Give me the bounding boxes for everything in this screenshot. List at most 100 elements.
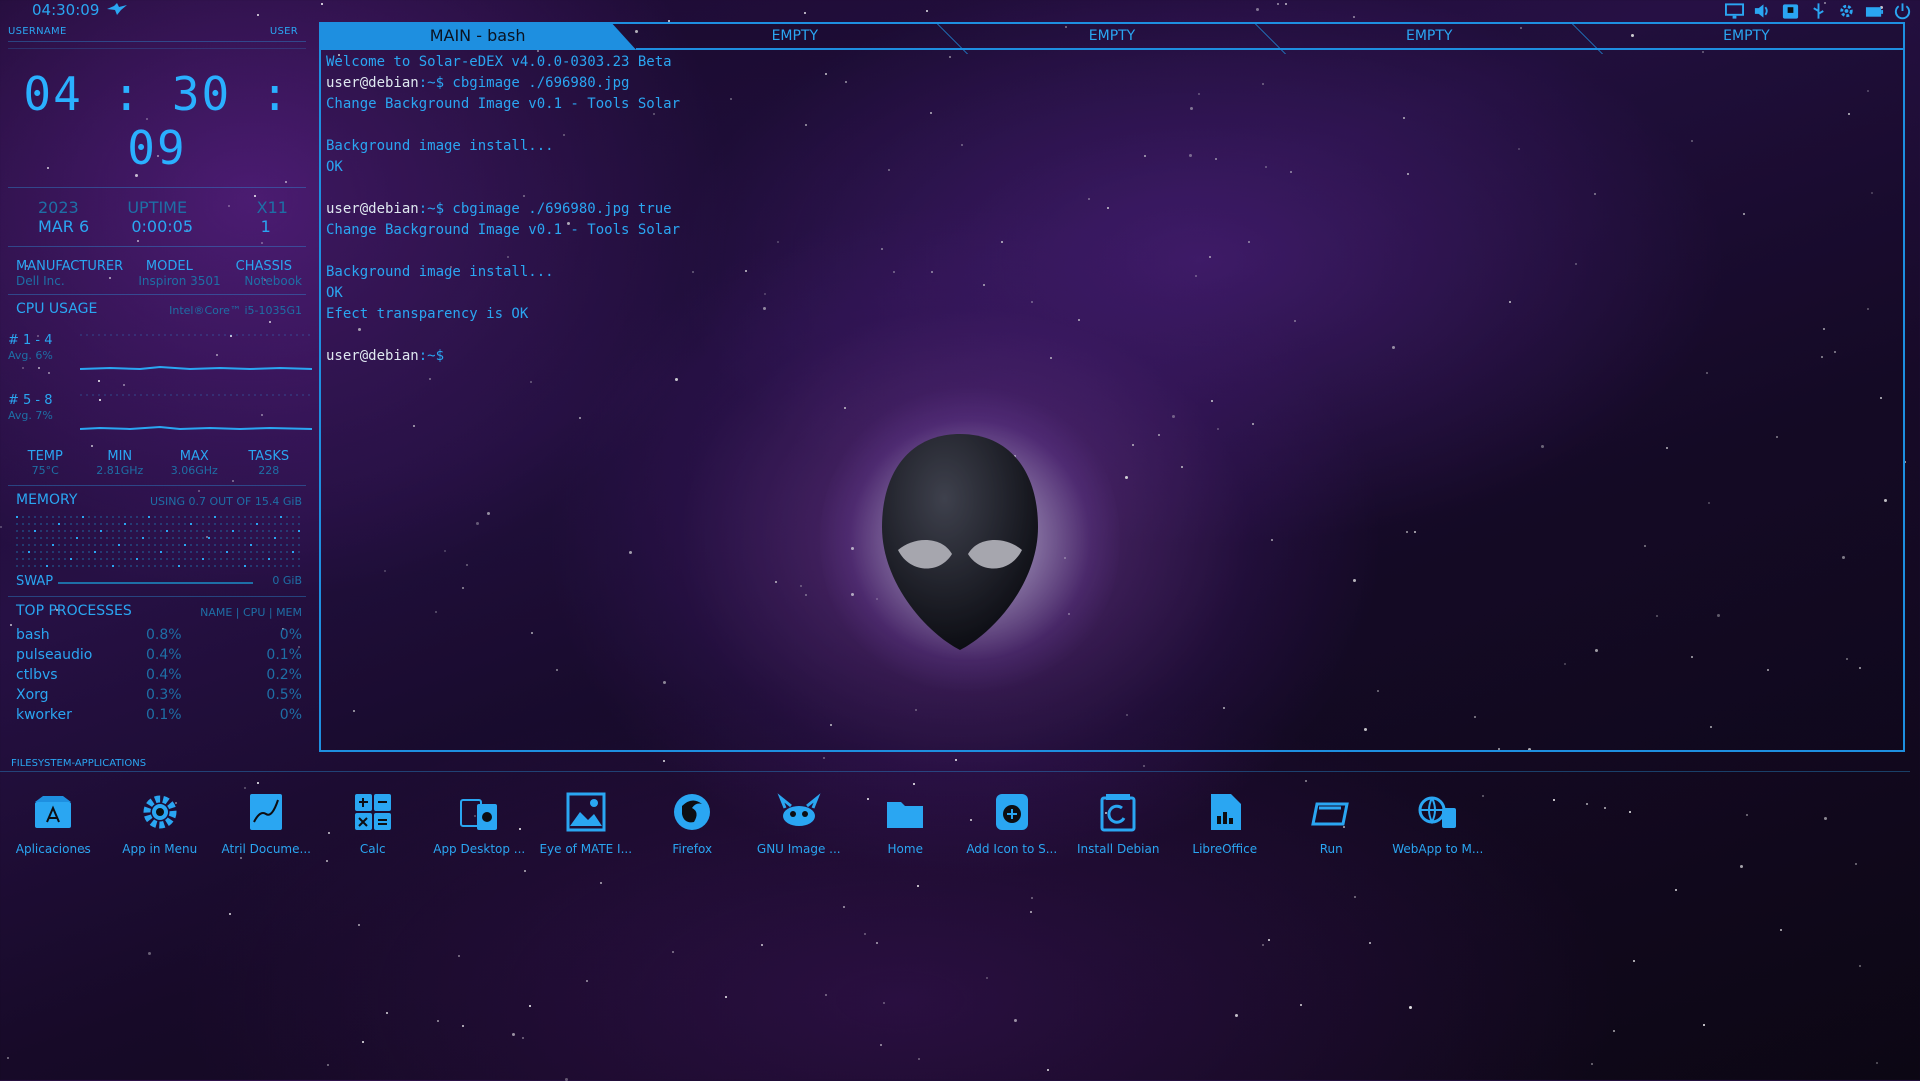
memory-cell	[112, 537, 114, 539]
tab-empty-4[interactable]: EMPTY	[1587, 22, 1906, 50]
app-launcher-home[interactable]: Home	[852, 790, 959, 856]
memory-cell	[202, 565, 204, 567]
app-launcher-add-icon-to-s[interactable]: Add Icon to S...	[959, 790, 1066, 856]
memory-cell	[136, 523, 138, 525]
star	[524, 869, 527, 872]
memory-cell	[292, 523, 294, 525]
memory-cell	[28, 544, 30, 546]
memory-cell	[34, 565, 36, 567]
memory-cell	[124, 516, 126, 518]
star	[1046, 1069, 1049, 1072]
terminal-prompt: user@debian	[326, 348, 419, 364]
cpu-group-1: # 1 - 4 Avg. 6%	[8, 323, 312, 383]
memory-cell	[268, 537, 270, 539]
memory-cell	[142, 537, 144, 539]
memory-cell	[286, 537, 288, 539]
memory-cell	[58, 523, 60, 525]
package-icon[interactable]	[1781, 2, 1800, 20]
memory-cell	[40, 544, 42, 546]
app-launcher-libreoffice[interactable]: LibreOffice	[1172, 790, 1279, 856]
memory-cell	[256, 537, 258, 539]
settings-gear-icon[interactable]	[1837, 2, 1856, 20]
memory-cell	[52, 551, 54, 553]
memory-cell	[154, 530, 156, 532]
swap-label: SWAP	[16, 574, 54, 589]
memory-cell	[118, 565, 120, 567]
memory-cell	[148, 551, 150, 553]
memory-cell	[184, 551, 186, 553]
memory-cell	[184, 523, 186, 525]
memory-cell	[106, 516, 108, 518]
app-launcher-run[interactable]: Run	[1278, 790, 1385, 856]
process-row: ctlbvs 0.4% 0.2%	[16, 665, 302, 685]
app-launcher-gnu-image[interactable]: GNU Image ...	[746, 790, 853, 856]
memory-cell	[166, 565, 168, 567]
terminal-text: OK	[326, 159, 343, 175]
tab-empty-1[interactable]: EMPTY	[636, 22, 954, 50]
app-launcher-app-desktop[interactable]: App Desktop ...	[426, 790, 533, 856]
app-launcher-webapp-to-m[interactable]: WebApp to M...	[1385, 790, 1492, 856]
process-cpu: 0.4%	[146, 667, 182, 683]
memory-cell	[166, 544, 168, 546]
memory-cell	[142, 551, 144, 553]
star	[326, 859, 329, 862]
memory-cell	[58, 544, 60, 546]
monitor-icon[interactable]	[1725, 2, 1744, 20]
star	[1740, 864, 1744, 868]
memory-cell	[82, 530, 84, 532]
memory-cell	[88, 530, 90, 532]
app-launcher-app-in-menu[interactable]: App in Menu	[107, 790, 214, 856]
process-cpu: 0.8%	[146, 627, 182, 643]
memory-cell	[124, 551, 126, 553]
app-launcher-atril-docume[interactable]: Atril Docume...	[213, 790, 320, 856]
memory-cell	[190, 523, 192, 525]
usb-icon[interactable]	[1809, 2, 1828, 20]
app-launcher-firefox[interactable]: Firefox	[639, 790, 746, 856]
memory-cell	[70, 516, 72, 518]
memory-cell	[106, 558, 108, 560]
tab-empty-3[interactable]: EMPTY	[1270, 22, 1588, 50]
terminal-line: OK	[326, 157, 680, 178]
terminal-output[interactable]: Welcome to Solar-eDEX v4.0.0-0303.23 Bet…	[326, 52, 680, 367]
app-launcher-aplicaciones[interactable]: Aplicaciones	[0, 790, 107, 856]
memory-cell	[46, 565, 48, 567]
terminal-prompt: user@debian	[326, 201, 419, 217]
memory-cell	[52, 530, 54, 532]
memory-cell	[202, 544, 204, 546]
app-label: App in Menu	[122, 842, 198, 856]
process-row: kworker 0.1% 0%	[16, 705, 302, 725]
volume-icon[interactable]	[1753, 2, 1772, 20]
tab-main-bash[interactable]: MAIN - bash	[319, 22, 637, 50]
cpu-graph-2	[80, 394, 312, 431]
big-clock: 04 : 30 : 09	[23, 67, 291, 175]
memory-cell	[196, 516, 198, 518]
battery-icon[interactable]	[1865, 2, 1884, 20]
memory-cell	[214, 537, 216, 539]
memory-cell	[256, 516, 258, 518]
memory-cell	[148, 516, 150, 518]
tab-empty-2[interactable]: EMPTY	[953, 22, 1271, 50]
process-cpu: 0.4%	[146, 647, 182, 663]
memory-cell	[82, 537, 84, 539]
memory-cell	[28, 551, 30, 553]
cpu-header: CPU USAGE Intel®Core™ i5-1035G1	[8, 301, 306, 317]
memory-cell	[136, 537, 138, 539]
memory-cell	[16, 558, 18, 560]
star	[361, 1040, 364, 1043]
app-launcher-calc[interactable]: Calc	[320, 790, 427, 856]
star	[7, 1056, 10, 1059]
cpu-group-2-avg: Avg. 7%	[8, 409, 53, 422]
star	[1854, 862, 1857, 865]
memory-cell	[226, 558, 228, 560]
memory-cell	[262, 544, 264, 546]
app-launcher-install-debian[interactable]: Install Debian	[1065, 790, 1172, 856]
star	[229, 912, 232, 915]
memory-cell	[148, 565, 150, 567]
memory-cell	[82, 544, 84, 546]
process-name: Xorg	[16, 687, 49, 703]
memory-cell	[46, 523, 48, 525]
star	[672, 950, 675, 953]
star	[529, 1004, 532, 1007]
power-icon[interactable]	[1893, 2, 1912, 20]
app-launcher-eye-of-mate-i[interactable]: Eye of MATE I...	[533, 790, 640, 856]
